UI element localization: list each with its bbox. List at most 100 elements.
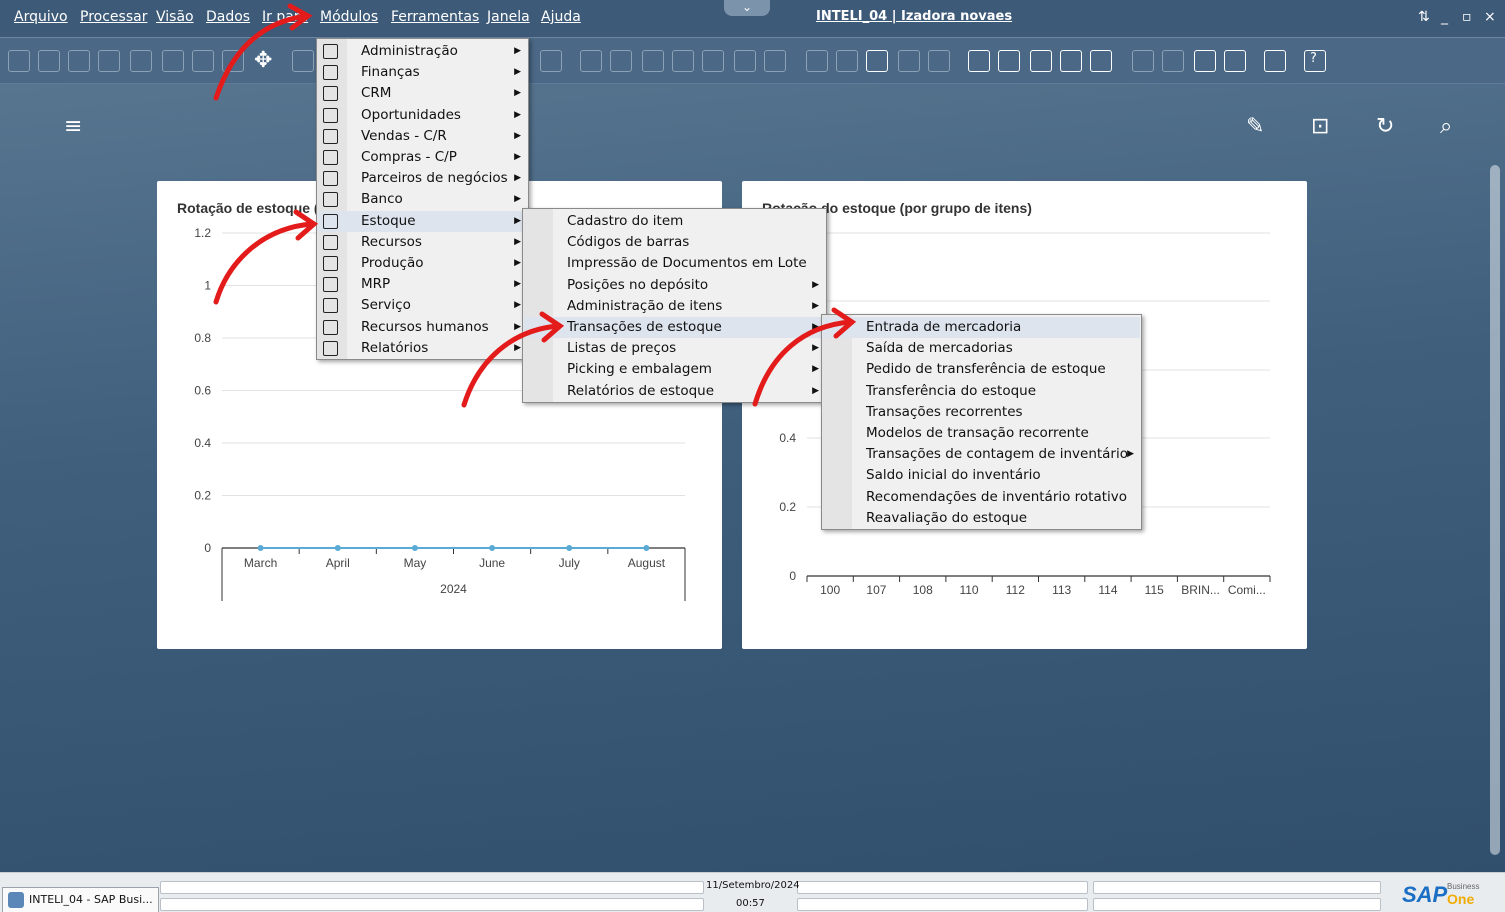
menu-item-codigos-de-barras[interactable]: Códigos de barras bbox=[524, 232, 825, 253]
menu-item-banco[interactable]: Banco ▶ bbox=[318, 189, 527, 210]
query-icon[interactable] bbox=[764, 50, 786, 72]
hamburger-menu-icon[interactable]: ≡ bbox=[64, 116, 82, 138]
menu-item-recursos-humanos[interactable]: Recursos humanos ▶ bbox=[318, 317, 527, 338]
menu-item-oportunidades[interactable]: Oportunidades ▶ bbox=[318, 105, 527, 126]
data-point[interactable] bbox=[489, 545, 496, 551]
session-user-label[interactable]: INTELI_04 | Izadora novaes bbox=[816, 9, 1012, 24]
layout-icon[interactable]: ⊡ bbox=[1311, 116, 1329, 138]
tile-icon[interactable] bbox=[1162, 50, 1184, 72]
submenu-arrow-icon: ▶ bbox=[514, 215, 521, 226]
menu-item-administracao[interactable]: Administração ▶ bbox=[318, 41, 527, 62]
menu-item-servico[interactable]: Serviço ▶ bbox=[318, 295, 527, 316]
export-excel-icon[interactable] bbox=[162, 50, 184, 72]
refresh-icon[interactable]: ↻ bbox=[1376, 116, 1394, 138]
menu-item-relatorios-de-estoque[interactable]: Relatórios de estoque ▶ bbox=[524, 381, 825, 402]
menu-ir-para[interactable]: Ir para bbox=[262, 9, 308, 25]
export-word-icon[interactable] bbox=[192, 50, 214, 72]
menu-item-saida-de-mercadorias[interactable]: Saída de mercadorias bbox=[823, 338, 1140, 359]
menu-item-transacoes-recorrentes[interactable]: Transações recorrentes bbox=[823, 402, 1140, 423]
menu-processar[interactable]: Processar bbox=[80, 9, 147, 25]
calculator-icon[interactable] bbox=[1030, 50, 1052, 72]
help-icon[interactable]: ? bbox=[1304, 50, 1326, 72]
form-settings-icon[interactable] bbox=[836, 50, 858, 72]
menu-item-transferencia-do-estoque[interactable]: Transferência do estoque bbox=[823, 381, 1140, 402]
x-tick-label: BRIN... bbox=[1181, 583, 1220, 597]
transaction-log-icon[interactable] bbox=[866, 50, 888, 72]
menu-item-impressao-de-documentos-em-lote[interactable]: Impressão de Documentos em Lote bbox=[524, 253, 825, 274]
menu-item-listas-de-precos[interactable]: Listas de preços ▶ bbox=[524, 338, 825, 359]
menu-item-financas[interactable]: Finanças ▶ bbox=[318, 62, 527, 83]
menu-item-transacoes-de-estoque[interactable]: Transações de estoque ▶ bbox=[524, 317, 825, 338]
window-icon[interactable] bbox=[1132, 50, 1154, 72]
menu-item-entrada-de-mercadoria[interactable]: Entrada de mercadoria bbox=[823, 317, 1140, 338]
menu-janela[interactable]: Janela bbox=[487, 9, 530, 25]
menu-item-crm[interactable]: CRM ▶ bbox=[318, 83, 527, 104]
balance-icon[interactable] bbox=[702, 50, 724, 72]
dashboard-icon[interactable] bbox=[1224, 50, 1246, 72]
menu-item-vendas-c-r[interactable]: Vendas - C/R ▶ bbox=[318, 126, 527, 147]
gross-profit-icon[interactable] bbox=[672, 50, 694, 72]
email-icon[interactable] bbox=[98, 50, 120, 72]
menu-item-mrp[interactable]: MRP ▶ bbox=[318, 274, 527, 295]
menu-ferramentas[interactable]: Ferramentas bbox=[391, 9, 479, 25]
menu-modulos[interactable]: Módulos bbox=[320, 9, 378, 25]
filter-icon[interactable] bbox=[292, 50, 314, 72]
journal-icon[interactable] bbox=[642, 50, 664, 72]
menu-item-estoque[interactable]: Estoque ▶ bbox=[318, 210, 527, 232]
move-icon[interactable]: ✥ bbox=[254, 48, 272, 73]
calendar-icon[interactable] bbox=[998, 50, 1020, 72]
user-icon[interactable] bbox=[1090, 50, 1112, 72]
menu-item-recomendacoes-de-inventario-rotativo[interactable]: Recomendações de inventário rotativo bbox=[823, 487, 1140, 508]
menu-item-recursos[interactable]: Recursos ▶ bbox=[318, 232, 527, 253]
target-document-icon[interactable] bbox=[610, 50, 632, 72]
menu-arquivo[interactable]: Arquivo bbox=[14, 9, 68, 25]
layout-toggle-icon[interactable]: ⇅ bbox=[1418, 9, 1430, 25]
minimize-button[interactable]: _ bbox=[1441, 9, 1448, 25]
menu-item-parceiros-de-negocios[interactable]: Parceiros de negócios ▶ bbox=[318, 168, 527, 189]
data-point[interactable] bbox=[334, 545, 341, 551]
menu-visao[interactable]: Visão bbox=[156, 9, 194, 25]
data-point[interactable] bbox=[257, 545, 264, 551]
menu-ajuda[interactable]: Ajuda bbox=[541, 9, 581, 25]
menu-item-relatorios[interactable]: Relatórios ▶ bbox=[318, 338, 527, 359]
gear-icon bbox=[323, 44, 338, 59]
messages-icon[interactable] bbox=[898, 50, 920, 72]
menu-item-producao[interactable]: Produção ▶ bbox=[318, 253, 527, 274]
menu-item-compras-c-p[interactable]: Compras - C/P ▶ bbox=[318, 147, 527, 168]
menu-item-saldo-inicial-do-inventario[interactable]: Saldo inicial do inventário bbox=[823, 465, 1140, 486]
alerts-icon[interactable] bbox=[928, 50, 950, 72]
edit-doc-icon[interactable] bbox=[806, 50, 828, 72]
menu-item-pedido-de-transferencia-de-estoque[interactable]: Pedido de transferência de estoque bbox=[823, 359, 1140, 380]
menu-item-modelos-de-transacao-recorrente[interactable]: Modelos de transação recorrente bbox=[823, 423, 1140, 444]
vertical-scrollbar[interactable] bbox=[1490, 165, 1500, 855]
export-pdf-icon[interactable] bbox=[222, 50, 244, 72]
sort-icon[interactable] bbox=[540, 50, 562, 72]
menu-item-transacoes-de-contagem-de-inventario[interactable]: Transações de contagem de inventário ▶ bbox=[823, 444, 1140, 465]
sap-one-label: One bbox=[1447, 891, 1475, 907]
data-point[interactable] bbox=[643, 545, 650, 551]
restore-button[interactable]: ▫ bbox=[1462, 9, 1472, 25]
menu-dados[interactable]: Dados bbox=[206, 9, 250, 25]
menu-item-cadastro-do-item[interactable]: Cadastro do item bbox=[524, 211, 825, 232]
settings-doc-icon[interactable] bbox=[734, 50, 756, 72]
taskbar-window-button[interactable]: INTELI_04 - SAP Busi... bbox=[2, 887, 159, 912]
menu-item-picking-e-embalagem[interactable]: Picking e embalagem ▶ bbox=[524, 359, 825, 380]
search-icon[interactable]: ⌕ bbox=[1440, 116, 1452, 138]
base-document-icon[interactable] bbox=[580, 50, 602, 72]
web-icon[interactable] bbox=[1264, 50, 1286, 72]
activity-icon[interactable] bbox=[968, 50, 990, 72]
data-point[interactable] bbox=[566, 545, 573, 551]
close-button[interactable]: × bbox=[1484, 9, 1496, 25]
preview-icon[interactable] bbox=[8, 50, 30, 72]
print-icon[interactable] bbox=[38, 50, 60, 72]
edit-pencil-icon[interactable]: ✎ bbox=[1246, 116, 1264, 138]
menu-item-posicoes-no-deposito[interactable]: Posições no depósito ▶ bbox=[524, 275, 825, 296]
analytics-icon[interactable] bbox=[1194, 50, 1216, 72]
menu-item-reavaliacao-do-estoque[interactable]: Reavaliação do estoque bbox=[823, 508, 1140, 529]
data-point[interactable] bbox=[411, 545, 418, 551]
org-chart-icon[interactable] bbox=[1060, 50, 1082, 72]
collapse-toolbar-handle[interactable]: ⌄ bbox=[724, 0, 770, 16]
menu-item-administracao-de-itens[interactable]: Administração de itens ▶ bbox=[524, 296, 825, 317]
sms-icon[interactable] bbox=[130, 50, 152, 72]
print-layout-icon[interactable] bbox=[68, 50, 90, 72]
